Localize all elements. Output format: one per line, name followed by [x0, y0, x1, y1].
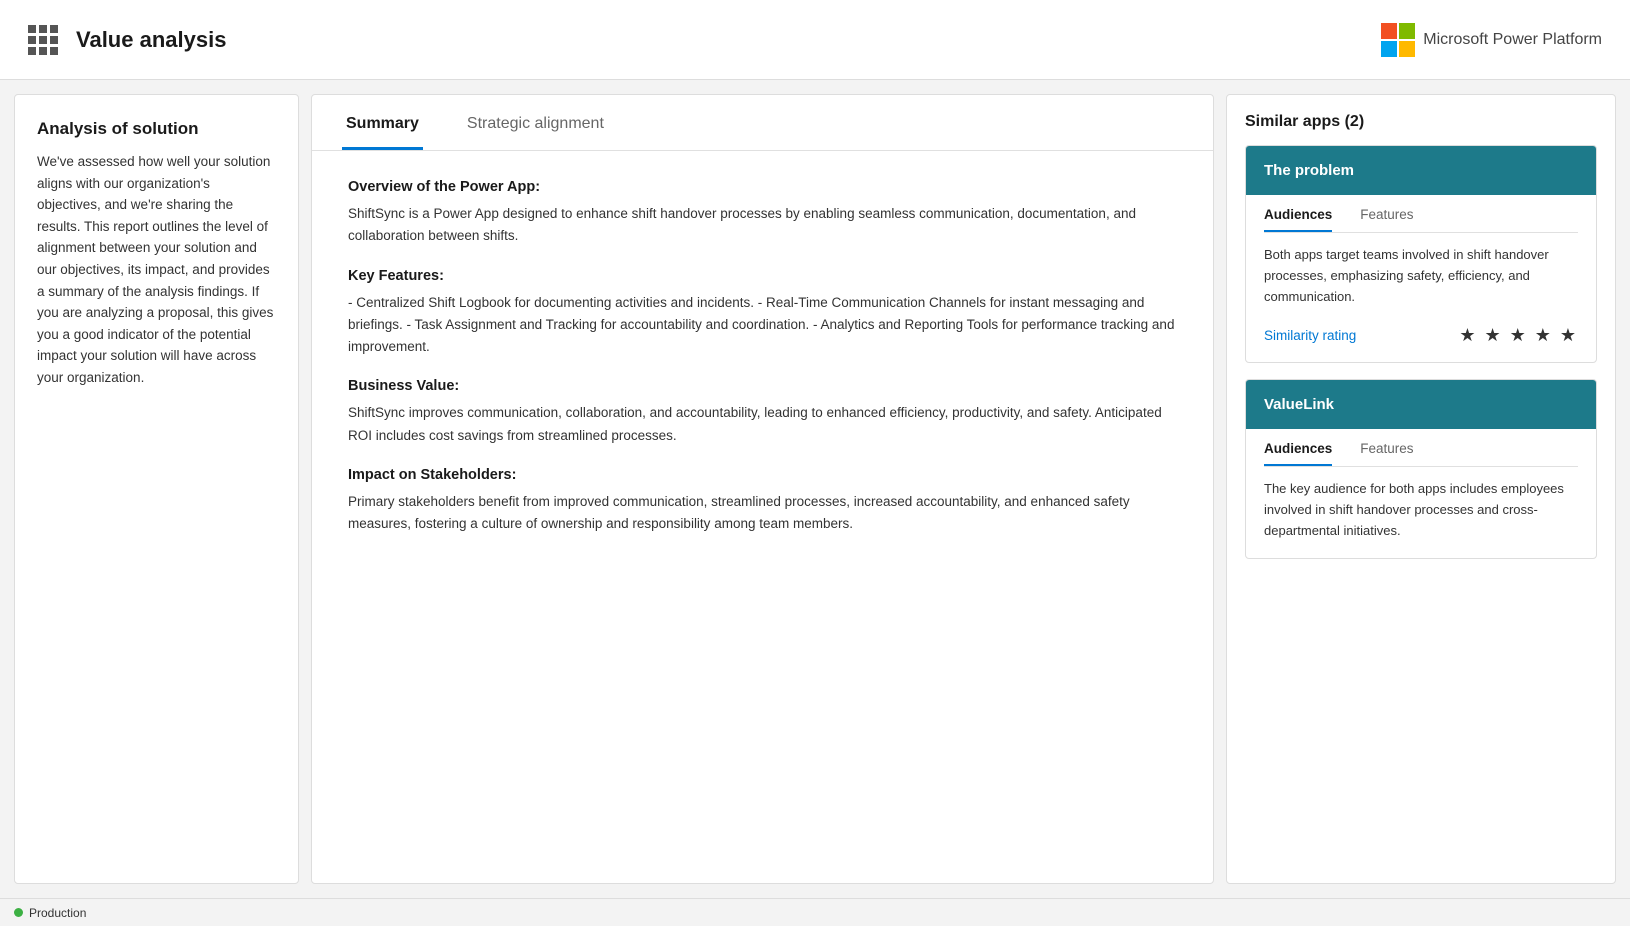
mini-tab-audiences-0[interactable]: Audiences — [1264, 207, 1332, 232]
section-heading-2: Business Value: — [348, 378, 1177, 394]
app-card-audiences-text-1: The key audience for both apps includes … — [1264, 479, 1578, 541]
tab-bar: Summary Strategic alignment — [312, 95, 1213, 151]
nav-left: Value analysis — [28, 25, 226, 55]
app-card-audiences-text-0: Both apps target teams involved in shift… — [1264, 245, 1578, 307]
mini-tab-audiences-1[interactable]: Audiences — [1264, 441, 1332, 466]
left-panel-title: Analysis of solution — [37, 119, 276, 139]
center-content: Overview of the Power App: ShiftSync is … — [312, 151, 1213, 883]
similarity-label-0: Similarity rating — [1264, 328, 1356, 343]
nav-right: Microsoft Power Platform — [1381, 23, 1602, 57]
similar-app-card-1: ValueLink Audiences Features The key aud… — [1245, 379, 1597, 558]
app-title: Value analysis — [76, 27, 226, 53]
mini-tab-bar-0: Audiences Features — [1264, 207, 1578, 233]
app-card-body-0: Audiences Features Both apps target team… — [1246, 195, 1596, 362]
status-dot — [14, 908, 23, 917]
grid-icon[interactable] — [28, 25, 58, 55]
similarity-row-0: Similarity rating ★ ★ ★ ★ ★ — [1264, 319, 1578, 346]
section-body-3: Primary stakeholders benefit from improv… — [348, 491, 1177, 536]
center-panel: Summary Strategic alignment Overview of … — [311, 94, 1214, 884]
section-body-0: ShiftSync is a Power App designed to enh… — [348, 203, 1177, 248]
stars-0: ★ ★ ★ ★ ★ — [1459, 325, 1578, 346]
ms-squares-icon — [1381, 23, 1415, 57]
app-card-header-0: The problem — [1246, 146, 1596, 195]
main-content: Analysis of solution We've assessed how … — [0, 80, 1630, 898]
ms-platform-label: Microsoft Power Platform — [1423, 31, 1602, 49]
similar-app-card-0: The problem Audiences Features Both apps… — [1245, 145, 1597, 363]
tab-summary[interactable]: Summary — [342, 115, 423, 150]
status-bar: Production — [0, 898, 1630, 926]
right-panel: Similar apps (2) The problem Audiences F… — [1226, 94, 1616, 884]
section-body-1: - Centralized Shift Logbook for document… — [348, 292, 1177, 359]
right-panel-title: Similar apps (2) — [1245, 113, 1597, 131]
mini-tab-features-1[interactable]: Features — [1360, 441, 1413, 466]
top-nav: Value analysis Microsoft Power Platform — [0, 0, 1630, 80]
left-panel: Analysis of solution We've assessed how … — [14, 94, 299, 884]
mini-tab-bar-1: Audiences Features — [1264, 441, 1578, 467]
mini-tab-features-0[interactable]: Features — [1360, 207, 1413, 232]
section-heading-3: Impact on Stakeholders: — [348, 467, 1177, 483]
section-body-2: ShiftSync improves communication, collab… — [348, 402, 1177, 447]
left-panel-body: We've assessed how well your solution al… — [37, 151, 276, 389]
app-card-header-1: ValueLink — [1246, 380, 1596, 429]
status-text: Production — [29, 906, 86, 920]
section-heading-1: Key Features: — [348, 268, 1177, 284]
ms-logo: Microsoft Power Platform — [1381, 23, 1602, 57]
app-card-body-1: Audiences Features The key audience for … — [1246, 429, 1596, 557]
section-heading-0: Overview of the Power App: — [348, 179, 1177, 195]
tab-strategic-alignment[interactable]: Strategic alignment — [463, 115, 608, 150]
